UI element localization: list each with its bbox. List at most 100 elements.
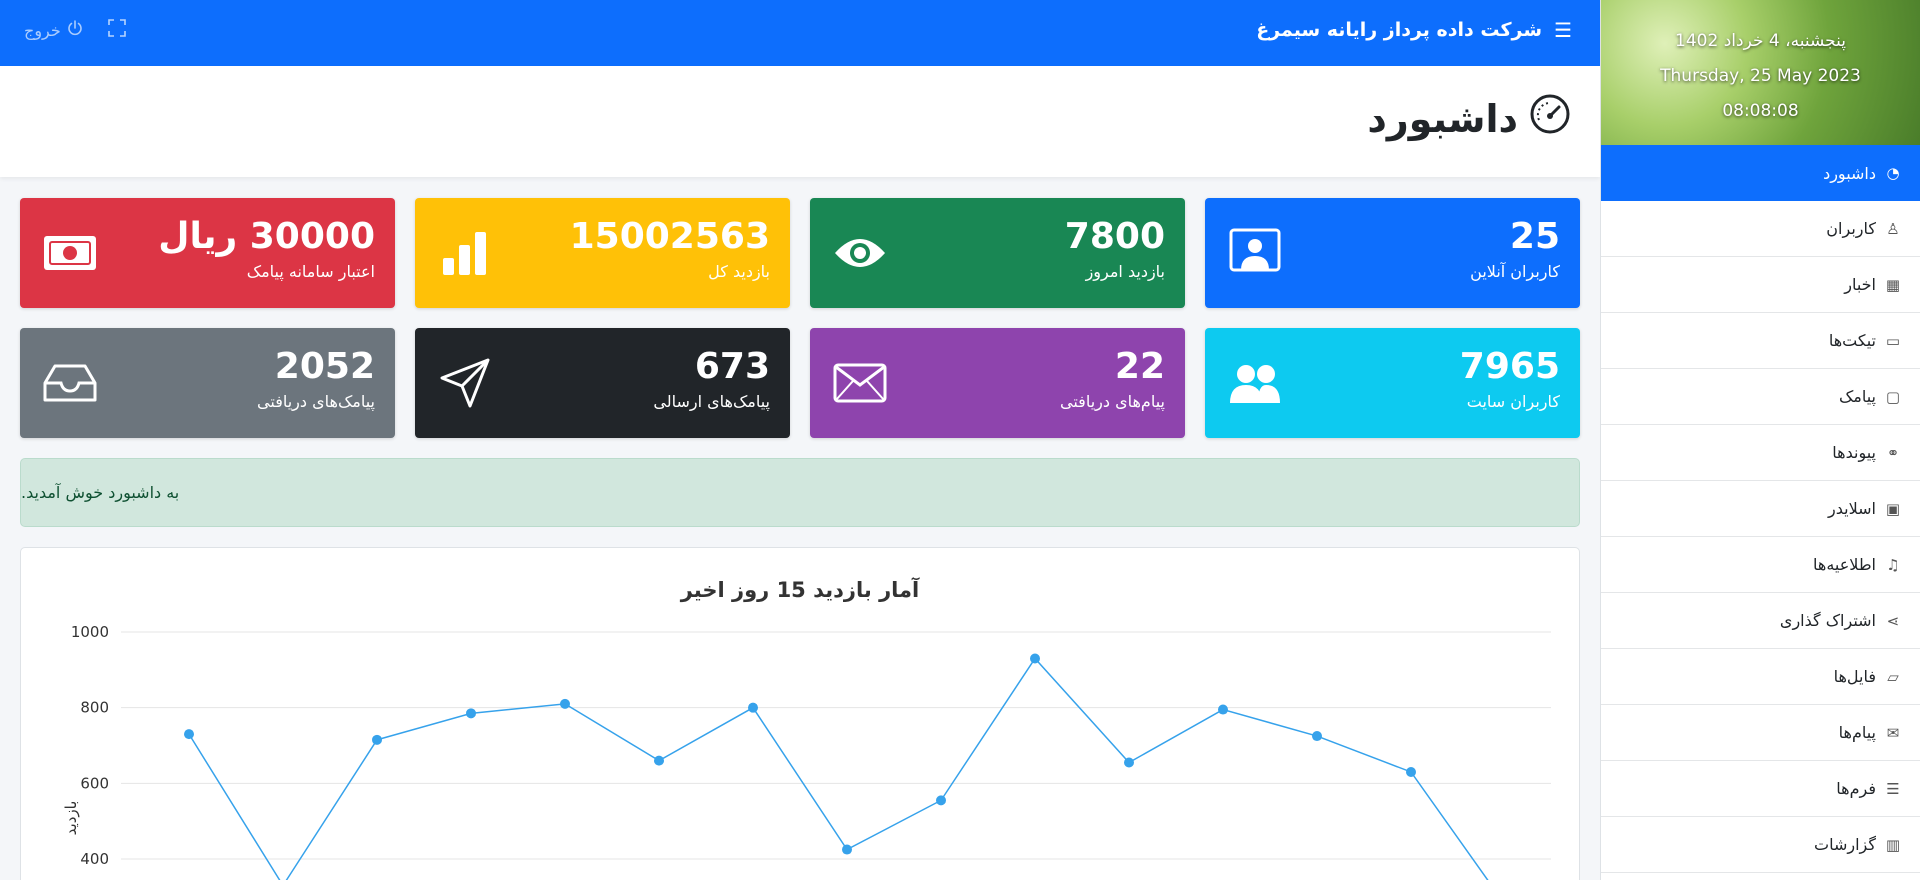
sidebar-item[interactable]: ▥ گزارشات (1601, 817, 1920, 873)
card-today-visits[interactable]: 7800 بازدید امروز (810, 198, 1185, 308)
card-label: کاربران سایت (1466, 392, 1560, 411)
company-name: شرکت داده پرداز رایانه سیمرغ (1256, 19, 1543, 41)
sidebar-item-label: پیوندها (1832, 443, 1876, 462)
sidebar-item[interactable]: ▭ تیکت‌ها (1601, 313, 1920, 369)
card-value: 2052 (274, 346, 375, 387)
window-icon: ▭ (1885, 331, 1901, 350)
sidebar-item[interactable]: ▢ پیامک (1601, 369, 1920, 425)
sidebar-item[interactable]: ▣ اسلایدر (1601, 481, 1920, 537)
speedometer-icon (1530, 94, 1570, 143)
dashboard-icon: ◔ (1886, 164, 1900, 182)
sidebar-item-label: فرم‌ها (1836, 779, 1876, 798)
share-icon: ⋖ (1886, 611, 1900, 630)
card-total-visits[interactable]: 15002563 بازدید کل (415, 198, 790, 308)
card-value: 30000 ریال (158, 216, 375, 257)
bar-chart-icon: ▥ (1885, 835, 1901, 854)
sidebar-item[interactable]: ♫ اطلاعیه‌ها (1601, 537, 1920, 593)
data-point[interactable] (748, 702, 758, 713)
data-point[interactable] (1030, 653, 1040, 664)
image-icon: ▣ (1885, 499, 1901, 518)
card-site-users[interactable]: 7965 کاربران سایت (1205, 328, 1580, 438)
y-axis-label: بازدید (62, 801, 80, 836)
people-icon (1225, 353, 1285, 413)
sidebar-item-label: پیامک (1838, 387, 1876, 406)
data-point[interactable] (1406, 766, 1416, 777)
page-header: داشبورد (0, 66, 1600, 177)
visits-chart-card: آمار بازدید 15 روز اخیر 400 600 800 1000 با… (20, 547, 1580, 880)
sidebar-item[interactable]: ⋖ اشتراک گذاری (1601, 593, 1920, 649)
sidebar-item-label: پیام‌ها (1838, 723, 1876, 742)
card-value: 7965 (1459, 346, 1560, 387)
bell-icon: ♫ (1886, 555, 1900, 574)
card-sms-credit[interactable]: 30000 ریال اعتبار سامانه پیامک (20, 198, 395, 308)
data-point[interactable] (936, 795, 946, 806)
card-value: 673 (694, 346, 770, 387)
sidebar-item-label: کاربران (1826, 219, 1876, 238)
page-title-text: داشبورد (1367, 96, 1518, 141)
sidebar-item[interactable]: ▱ فایل‌ها (1601, 649, 1920, 705)
welcome-alert: به داشبورد خوش آمدید. (20, 458, 1580, 527)
logout-button[interactable]: خروج (24, 20, 83, 40)
date-clock-widget: پنجشنبه، 4 خرداد 1402 Thursday, 25 May 2… (1601, 0, 1920, 145)
logout-label: خروج (24, 20, 61, 40)
card-label: کاربران آنلاین (1470, 262, 1560, 281)
cash-icon (40, 223, 100, 283)
sidebar-item[interactable]: ♙ کاربران (1601, 201, 1920, 257)
sidebar-item[interactable]: ◔ داشبورد (1601, 145, 1920, 201)
card-label: پیام‌های دریافتی (1060, 392, 1165, 411)
list-icon: ☰ (1886, 779, 1900, 798)
data-point[interactable] (1312, 731, 1322, 742)
envelope-icon (830, 353, 890, 413)
y-tick-label: 600 (80, 774, 109, 792)
sidebar-menu: ◔ داشبورد ♙ کاربران ▦ اخبار ▭ تیکت‌ها ▢ پیامک ⚭ پیو… (1601, 145, 1920, 873)
card-value: 22 (1114, 346, 1165, 387)
sidebar-item[interactable]: ▦ اخبار (1601, 257, 1920, 313)
data-point[interactable] (842, 844, 852, 855)
page-title: داشبورد (1367, 94, 1570, 143)
folder-icon: ▱ (1887, 667, 1899, 686)
sidebar-item[interactable]: ☰ فرم‌ها (1601, 761, 1920, 817)
card-received-sms[interactable]: 2052 پیامک‌های دریافتی (20, 328, 395, 438)
card-sent-sms[interactable]: 673 پیامک‌های ارسالی (415, 328, 790, 438)
sidebar-item-label: اخبار (1844, 275, 1876, 294)
sidebar-item[interactable]: ⚭ پیوندها (1601, 425, 1920, 481)
link-icon: ⚭ (1886, 443, 1900, 462)
card-label: پیامک‌های ارسالی (653, 392, 770, 411)
envelope-icon: ✉ (1886, 723, 1900, 742)
card-value: 25 (1509, 216, 1560, 257)
clock-time: 08:08:08 (1722, 101, 1799, 121)
brand: ☰ شرکت داده پرداز رایانه سیمرغ (1256, 18, 1572, 42)
eye-icon (830, 223, 890, 283)
bar-chart-icon (435, 223, 495, 283)
data-point[interactable] (466, 708, 476, 719)
hamburger-menu-icon[interactable]: ☰ (1554, 18, 1572, 42)
y-tick-label: 800 (80, 699, 109, 717)
data-point[interactable] (1218, 704, 1228, 715)
card-label: بازدید کل (708, 262, 770, 281)
sidebar-item-label: اطلاعیه‌ها (1813, 555, 1876, 574)
newspaper-icon: ▦ (1885, 275, 1901, 294)
fullscreen-icon[interactable] (107, 18, 127, 42)
persian-date: پنجشنبه، 4 خرداد 1402 (1675, 31, 1846, 51)
card-label: اعتبار سامانه پیامک (246, 262, 375, 281)
card-online-users[interactable]: 25 کاربران آنلاین (1205, 198, 1580, 308)
sidebar-item-label: اسلایدر (1828, 499, 1876, 518)
y-tick-label: 1000 (71, 623, 109, 641)
data-point[interactable] (560, 698, 570, 709)
data-point[interactable] (1124, 757, 1134, 768)
data-point[interactable] (654, 755, 664, 766)
visits-line-chart: 400 600 800 1000 بازدید (62, 623, 1551, 880)
y-tick-label: 400 (80, 850, 109, 868)
chat-icon: ▢ (1885, 387, 1901, 406)
sidebar-item-label: تیکت‌ها (1828, 331, 1876, 350)
sidebar-item[interactable]: ✉ پیام‌ها (1601, 705, 1920, 761)
sidebar-item-label: فایل‌ها (1833, 667, 1876, 686)
card-value: 15002563 (569, 216, 770, 257)
power-icon (67, 20, 83, 40)
person-video-icon (1225, 223, 1285, 283)
inbox-icon (40, 353, 100, 413)
card-received-messages[interactable]: 22 پیام‌های دریافتی (810, 328, 1185, 438)
data-point[interactable] (184, 729, 194, 740)
send-icon (435, 353, 495, 413)
data-point[interactable] (372, 734, 382, 745)
